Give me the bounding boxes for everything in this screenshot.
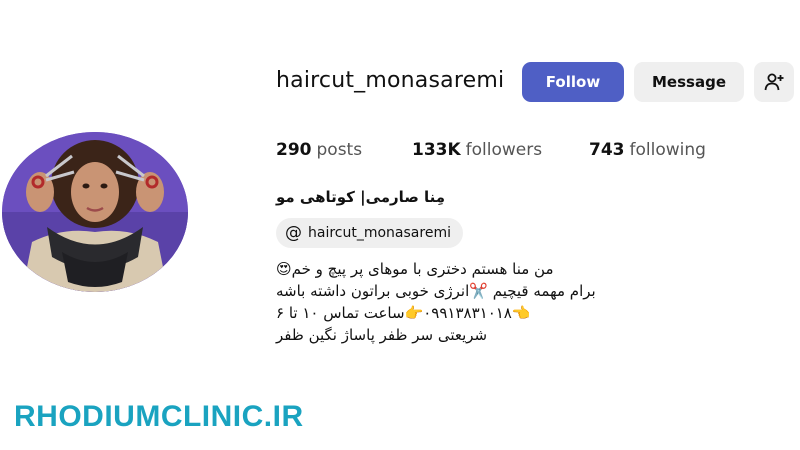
avatar-photo xyxy=(2,132,188,292)
profile-stats: 290 posts 133K followers 743 following xyxy=(276,140,776,166)
following-label: following xyxy=(629,140,706,160)
profile-username: haircut_monasaremi xyxy=(276,68,505,93)
followers-stat[interactable]: 133K followers xyxy=(412,140,542,160)
threads-link[interactable]: @ haircut_monasaremi xyxy=(276,218,463,248)
add-person-icon xyxy=(764,73,784,91)
bio-line-1: من منا هستم دختری با موهای پر پیچ و خم😍 xyxy=(276,260,554,278)
message-button[interactable]: Message xyxy=(634,62,744,102)
posts-label: posts xyxy=(316,140,363,160)
bio-line-3: 👈۰۹۹۱۳۸۳۱۰۱۸👉ساعت تماس ۱۰ تا ۶ xyxy=(276,304,531,322)
profile-avatar[interactable] xyxy=(2,132,188,292)
profile-full-name: مِنا صارمی| کوتاهی مو xyxy=(276,188,446,206)
watermark-text: RHODIUMCLINIC.IR xyxy=(14,400,304,433)
threads-icon: @ xyxy=(285,222,302,243)
posts-count: 290 xyxy=(276,140,312,160)
suggested-accounts-button[interactable] xyxy=(754,62,794,102)
follow-button[interactable]: Follow xyxy=(522,62,624,102)
following-stat[interactable]: 743 following xyxy=(589,140,706,160)
bio-line-2: برام مهمه قیچیم ✂️انرژی خوبی براتون داشت… xyxy=(276,282,596,300)
posts-stat: 290 posts xyxy=(276,140,362,160)
bio-line-4: شریعتی سر ظفر پاساژ نگین ظفر xyxy=(276,326,488,344)
profile-bio: من منا هستم دختری با موهای پر پیچ و خم😍 … xyxy=(276,258,636,346)
followers-count: 133K xyxy=(412,140,461,160)
profile-page: haircut_monasaremi Follow Message 290 pos… xyxy=(0,0,800,450)
following-count: 743 xyxy=(589,140,625,160)
followers-label: followers xyxy=(465,140,543,160)
threads-handle: haircut_monasaremi xyxy=(308,225,451,241)
